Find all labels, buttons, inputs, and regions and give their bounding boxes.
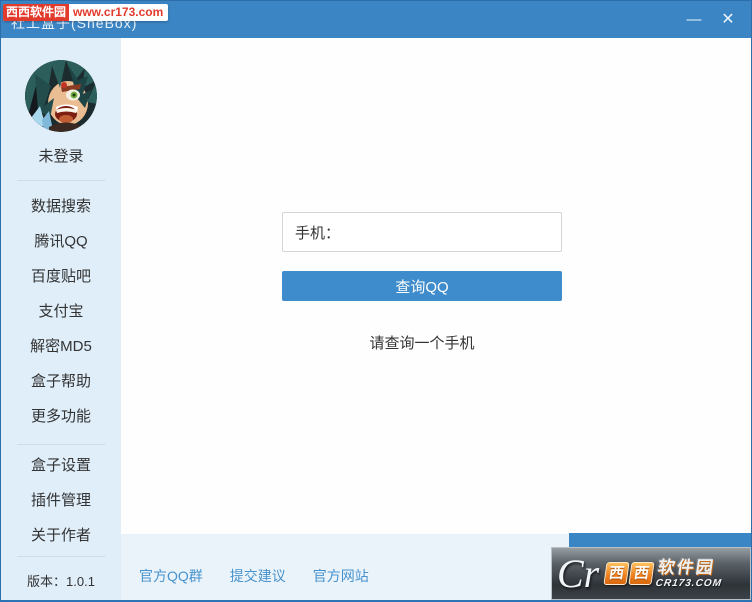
watermark-site-url: www.cr173.com	[69, 4, 168, 21]
sidebar-nav-main: 数据搜索 腾讯QQ 百度贴吧 支付宝 解密MD5 盒子帮助 更多功能	[1, 189, 121, 434]
phone-input[interactable]	[282, 212, 562, 252]
login-status: 未登录	[38, 145, 83, 166]
main-panel: 查询QQ 请查询一个手机 官方QQ群 提交建议 官方网站	[121, 38, 751, 600]
close-icon: ✕	[721, 9, 734, 29]
cr173-logo: Cr 西 西 软件园 CR173.COM	[551, 547, 751, 600]
avatar-image	[25, 60, 97, 132]
sidebar-item-plugin-manager[interactable]: 插件管理	[1, 483, 121, 518]
sidebar-item-baidu-tieba[interactable]: 百度贴吧	[1, 259, 121, 294]
app-window: 社工盒子(SheBox) — ✕ 西西软件园 www.cr173.com	[0, 0, 752, 602]
close-button[interactable]: ✕	[711, 7, 745, 31]
footer-link-feedback[interactable]: 提交建议	[230, 566, 286, 586]
sidebar-item-alipay[interactable]: 支付宝	[1, 294, 121, 329]
sidebar-item-box-help[interactable]: 盒子帮助	[1, 364, 121, 399]
minimize-button[interactable]: —	[677, 7, 711, 31]
version-label: 版本：1.0.1	[27, 571, 95, 590]
logo-domain-text: CR173.COM	[655, 577, 723, 588]
query-hint: 请查询一个手机	[282, 332, 562, 353]
minimize-icon: —	[687, 11, 702, 28]
logo-right-column: 软件园 CR173.COM	[655, 559, 725, 589]
window-body: 未登录 数据搜索 腾讯QQ 百度贴吧 支付宝 解密MD5 盒子帮助 更多功能 盒…	[1, 38, 751, 600]
cr173-top-watermark: 西西软件园 www.cr173.com	[3, 4, 168, 21]
sidebar-item-about-author[interactable]: 关于作者	[1, 518, 121, 553]
sidebar: 未登录 数据搜索 腾讯QQ 百度贴吧 支付宝 解密MD5 盒子帮助 更多功能 盒…	[1, 38, 121, 600]
logo-xi-block: 西	[629, 562, 655, 585]
sidebar-nav-secondary: 盒子设置 插件管理 关于作者	[1, 448, 121, 553]
sidebar-divider	[17, 180, 105, 181]
sidebar-item-data-search[interactable]: 数据搜索	[1, 189, 121, 224]
sidebar-item-tencent-qq[interactable]: 腾讯QQ	[1, 224, 121, 259]
logo-cr-text: Cr	[557, 556, 599, 592]
query-form: 查询QQ 请查询一个手机	[282, 212, 562, 353]
logo-suffix-text: 软件园	[657, 559, 726, 578]
sidebar-divider	[17, 556, 105, 557]
sidebar-item-more-features[interactable]: 更多功能	[1, 399, 121, 434]
window-controls: — ✕	[677, 7, 745, 31]
avatar[interactable]	[25, 60, 97, 132]
sidebar-item-md5-decrypt[interactable]: 解密MD5	[1, 329, 121, 364]
main-content: 查询QQ 请查询一个手机	[121, 38, 751, 534]
watermark-site-badge: 西西软件园	[3, 4, 69, 21]
sidebar-divider	[17, 444, 105, 445]
footer-link-qq-group[interactable]: 官方QQ群	[139, 566, 203, 586]
logo-xi-block: 西	[604, 562, 630, 585]
query-qq-button[interactable]: 查询QQ	[282, 271, 562, 301]
sidebar-item-box-settings[interactable]: 盒子设置	[1, 448, 121, 483]
footer-link-official-site[interactable]: 官方网站	[313, 566, 369, 586]
